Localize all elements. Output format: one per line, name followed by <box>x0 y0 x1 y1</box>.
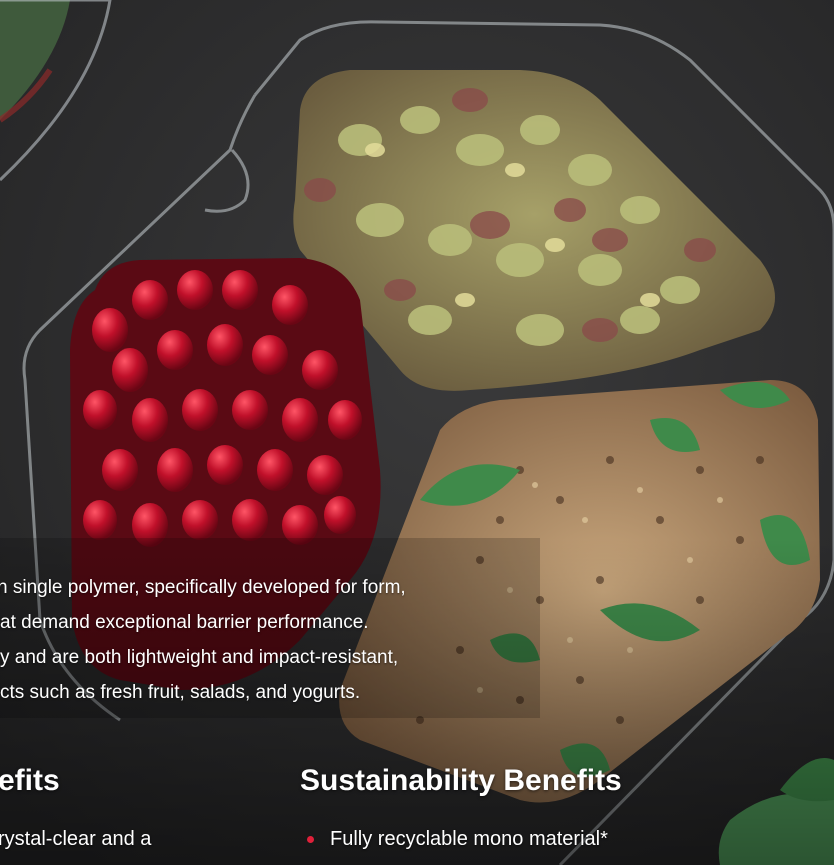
paragraph-line: y and are both lightweight and impact-re… <box>0 647 399 668</box>
paragraph-line: cts such as fresh fruit, salads, and yog… <box>0 682 361 703</box>
sustainability-benefits-heading: Sustainability Benefits <box>300 764 622 797</box>
paragraph-line: at demand exceptional barrier performanc… <box>0 612 369 633</box>
paragraph-line: n single polymer, specifically developed… <box>0 577 406 598</box>
benefits-heading-left: efits <box>0 764 60 797</box>
recyclable-bullet-text: Fully recyclable mono material* <box>330 828 608 850</box>
left-bullet-text: rystal-clear and a <box>0 828 152 850</box>
description-paragraph: n single polymer, specifically developed… <box>0 570 540 710</box>
food-tray-photo <box>0 0 834 865</box>
bullet-dot-icon <box>307 836 314 843</box>
